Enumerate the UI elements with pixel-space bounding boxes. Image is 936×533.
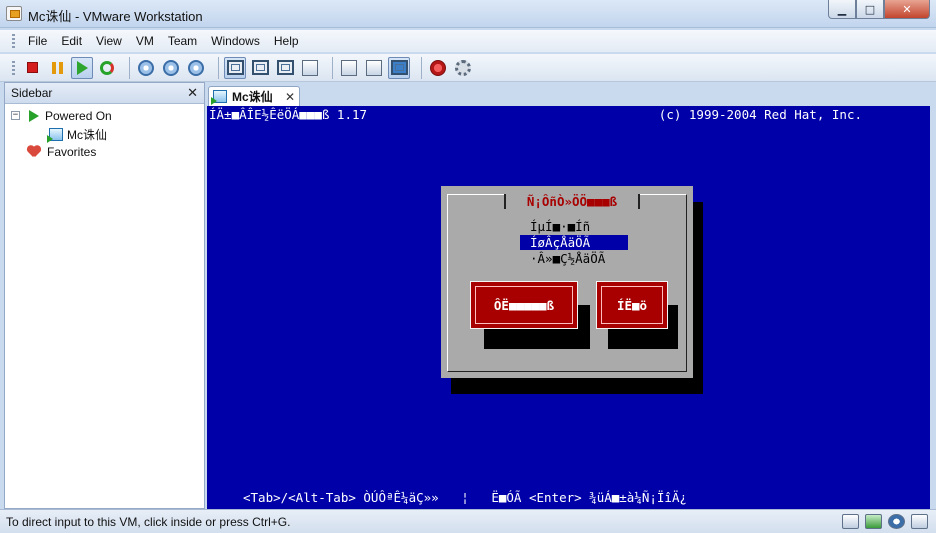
pause-button[interactable] <box>46 57 68 79</box>
toolbar-separator <box>332 56 333 79</box>
sound-icon[interactable] <box>888 514 905 529</box>
full-screen-icon <box>251 60 269 75</box>
device-status-icons <box>842 514 928 529</box>
status-bar: To direct input to this VM, click inside… <box>0 509 936 533</box>
dialog-frame: Ñ¡ÔñÒ»ÖÖ■■■ß ÍµÍ■·■Íñ ÍøÂçÅäÖÃ ·Â»■Ç½ÅäÖ… <box>447 194 687 372</box>
power-controls <box>21 56 118 79</box>
view-controls <box>224 56 321 79</box>
settings-icon <box>455 59 471 76</box>
dialog-title: Ñ¡ÔñÒ»ÖÖ■■■ß <box>504 194 640 209</box>
tree-item-label: Mc诛仙 <box>67 127 107 142</box>
manage-snapshots-button[interactable] <box>185 57 207 79</box>
quit-button[interactable]: ÍË■ö <box>596 281 668 329</box>
revert-snapshot-button[interactable] <box>160 57 182 79</box>
sidebar-close-icon[interactable]: ✕ <box>187 85 198 101</box>
full-screen-button[interactable] <box>249 57 271 79</box>
tree-item-favorites[interactable]: Favorites <box>5 143 204 161</box>
tab-strip: Mc诛仙 ✕ <box>206 84 930 106</box>
menu-grip-icon[interactable] <box>12 34 15 48</box>
powered-on-icon <box>29 110 39 122</box>
summary-view-icon <box>341 59 357 76</box>
sidebar: Sidebar ✕ − Powered On Mc诛仙 Favorites <box>4 82 205 509</box>
misc-controls <box>427 57 474 79</box>
menu-edit[interactable]: Edit <box>54 32 89 50</box>
tool-selection-dialog: Ñ¡ÔñÒ»ÖÖ■■■ß ÍµÍ■·■Íñ ÍøÂçÅäÖÃ ·Â»■Ç½ÅäÖ… <box>441 186 693 378</box>
sidebar-title: Sidebar <box>11 86 53 100</box>
toolbar-grip-icon[interactable] <box>12 60 15 75</box>
stop-button[interactable] <box>21 57 43 79</box>
take-snapshot-button[interactable] <box>135 57 157 79</box>
dialog-option-selected[interactable]: ÍøÂçÅäÖÃ <box>520 235 628 250</box>
menu-help[interactable]: Help <box>267 32 306 50</box>
reset-icon <box>100 60 114 75</box>
toolbar-separator <box>421 56 422 79</box>
tree-item-vm[interactable]: Mc诛仙 <box>5 125 204 143</box>
manage-snapshots-icon <box>188 59 204 76</box>
play-button[interactable] <box>71 56 93 79</box>
reset-button[interactable] <box>96 57 118 79</box>
favorites-heart-icon <box>27 146 41 158</box>
keyboard-hint: <Tab>/<Alt-Tab> ÒÚÔªÊ¼äÇ»» ¦ Ë■ÓÃ <Enter… <box>243 490 688 505</box>
vm-icon <box>47 127 63 143</box>
tree-item-label: Favorites <box>47 145 97 159</box>
status-text: To direct input to this VM, click inside… <box>6 514 291 529</box>
menu-bar: File Edit View VM Team Windows Help <box>0 30 936 52</box>
tab-label: Mc诛仙 <box>232 90 273 104</box>
vm-icon <box>211 90 227 105</box>
quick-switch-button[interactable] <box>274 57 296 79</box>
sidebar-header: Sidebar ✕ <box>5 83 204 104</box>
dialog-option[interactable]: ·Â»■Ç½ÅäÖÃ <box>520 251 628 266</box>
close-window-button[interactable]: ✕ <box>884 0 930 19</box>
appliance-view-button[interactable] <box>363 57 385 79</box>
layout-controls <box>338 56 410 79</box>
snapshot-controls <box>135 57 207 79</box>
title-bar: Mc诛仙 - VMware Workstation ▁ □ ✕ <box>0 0 936 28</box>
window-controls: ▁ □ ✕ <box>828 0 930 19</box>
console-view-icon <box>302 59 318 76</box>
console-view-button[interactable] <box>299 57 321 79</box>
hard-disk-icon[interactable] <box>842 514 859 529</box>
menu-windows[interactable]: Windows <box>204 32 267 50</box>
maximize-button[interactable]: □ <box>856 0 884 19</box>
vmware-app-icon <box>6 6 22 21</box>
toolbar-separator <box>129 56 130 79</box>
tab-vm[interactable]: Mc诛仙 ✕ <box>208 86 300 106</box>
message-log-icon[interactable] <box>911 514 928 529</box>
revert-snapshot-icon <box>163 59 179 76</box>
settings-button[interactable] <box>452 57 474 79</box>
vm-console[interactable]: ÍÄ±■ÂÎE½ÊëÖÁ■■■ß 1.17 (c) 1999-2004 Red … <box>207 106 930 509</box>
pause-icon <box>51 61 63 74</box>
record-icon <box>430 59 446 76</box>
window-title: Mc诛仙 - VMware Workstation <box>28 9 203 24</box>
menu-view[interactable]: View <box>89 32 129 50</box>
menu-file[interactable]: File <box>21 32 54 50</box>
menu-vm[interactable]: VM <box>129 32 161 50</box>
menu-team[interactable]: Team <box>161 32 204 50</box>
vm-console-icon <box>390 60 408 75</box>
minimize-button[interactable]: ▁ <box>828 0 856 19</box>
run-tool-button[interactable]: ÔË■■■■■ß <box>470 281 578 329</box>
tree-item-powered-on[interactable]: − Powered On <box>5 107 204 125</box>
toolbar <box>0 54 936 82</box>
record-button[interactable] <box>427 57 449 79</box>
dialog-option[interactable]: ÍµÍ■·■Íñ <box>520 219 628 234</box>
copyright-text: (c) 1999-2004 Red Hat, Inc. <box>658 107 862 122</box>
show-sidebar-icon <box>226 60 244 75</box>
stop-icon <box>26 62 38 73</box>
inventory-tree: − Powered On Mc诛仙 Favorites <box>5 104 204 161</box>
tree-item-label: Powered On <box>45 109 112 123</box>
summary-view-button[interactable] <box>338 57 360 79</box>
vm-console-button[interactable] <box>388 56 410 79</box>
play-icon <box>76 60 88 75</box>
quick-switch-icon <box>276 60 294 75</box>
appliance-view-icon <box>366 59 382 76</box>
toolbar-separator <box>218 56 219 79</box>
installer-header: ÍÄ±■ÂÎE½ÊëÖÁ■■■ß 1.17 <box>209 107 368 122</box>
snapshot-icon <box>138 59 154 76</box>
collapse-icon[interactable]: − <box>11 111 20 120</box>
show-sidebar-button[interactable] <box>224 56 246 79</box>
network-icon[interactable] <box>865 514 882 529</box>
tab-close-icon[interactable]: ✕ <box>285 90 295 104</box>
